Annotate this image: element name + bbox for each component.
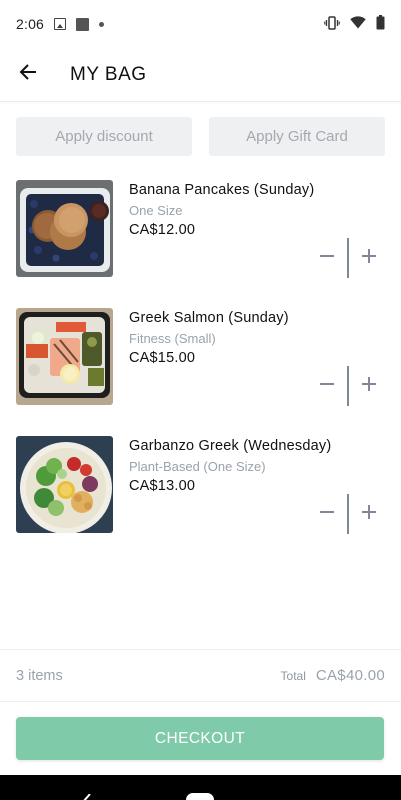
status-left: 2:06 [16, 16, 105, 32]
wifi-icon [350, 16, 366, 32]
quantity-stepper [311, 238, 385, 278]
square-icon [76, 17, 90, 31]
minus-icon [319, 376, 335, 397]
item-variant: Fitness (Small) [129, 331, 216, 346]
cart-item: Garbanzo Greek (Wednesday) Plant-Based (… [16, 436, 385, 534]
item-image [16, 308, 113, 405]
plus-icon [361, 376, 377, 397]
plus-icon [361, 504, 377, 525]
cart-item: Banana Pancakes (Sunday) One Size CA$12.… [16, 180, 385, 278]
cart-summary: 3 items Total CA$40.00 [0, 649, 401, 702]
stepper-divider [347, 494, 349, 534]
decrease-quantity-button[interactable] [311, 494, 343, 534]
nav-home-icon[interactable] [186, 793, 214, 800]
increase-quantity-button[interactable] [353, 366, 385, 406]
total-value: CA$40.00 [315, 667, 385, 684]
promo-row: Apply discount Apply Gift Card [16, 117, 385, 157]
battery-icon [376, 15, 385, 33]
increase-quantity-button[interactable] [353, 494, 385, 534]
apply-gift-card-button[interactable]: Apply Gift Card [209, 117, 385, 156]
total-wrap: Total CA$40.00 [281, 667, 385, 684]
checkout-button[interactable]: CHECKOUT [16, 717, 384, 760]
arrow-left-icon [19, 63, 37, 86]
item-variant: One Size [129, 203, 183, 218]
decrease-quantity-button[interactable] [311, 366, 343, 406]
app-header: MY BAG [0, 48, 401, 102]
decrease-quantity-button[interactable] [311, 238, 343, 278]
stepper-divider [347, 366, 349, 406]
item-name: Greek Salmon (Sunday) [129, 310, 289, 326]
quantity-stepper [311, 366, 385, 406]
item-name: Banana Pancakes (Sunday) [129, 182, 315, 198]
minus-icon [319, 504, 335, 525]
item-name: Garbanzo Greek (Wednesday) [129, 438, 332, 454]
plus-icon [361, 248, 377, 269]
item-image [16, 436, 113, 533]
apply-discount-button[interactable]: Apply discount [16, 117, 192, 156]
item-price: CA$15.00 [129, 350, 196, 366]
system-nav-bar [0, 775, 401, 800]
item-price: CA$13.00 [129, 478, 196, 494]
item-price: CA$12.00 [129, 222, 196, 238]
item-image [16, 180, 113, 277]
quantity-stepper [311, 494, 385, 534]
minus-icon [319, 248, 335, 269]
item-variant: Plant-Based (One Size) [129, 459, 266, 474]
nav-back-icon[interactable] [80, 791, 92, 800]
page-title: MY BAG [70, 63, 147, 85]
increase-quantity-button[interactable] [353, 238, 385, 278]
vibrate-icon [324, 15, 340, 33]
dot-icon [99, 21, 105, 27]
cart-item: Greek Salmon (Sunday) Fitness (Small) CA… [16, 308, 385, 406]
total-label: Total [280, 668, 306, 683]
photo-icon [54, 18, 67, 30]
status-right [324, 15, 385, 33]
stepper-divider [347, 238, 349, 278]
items-count: 3 items [16, 667, 63, 684]
status-bar: 2:06 [0, 0, 401, 48]
back-button[interactable] [0, 48, 56, 102]
status-time: 2:06 [16, 16, 45, 32]
